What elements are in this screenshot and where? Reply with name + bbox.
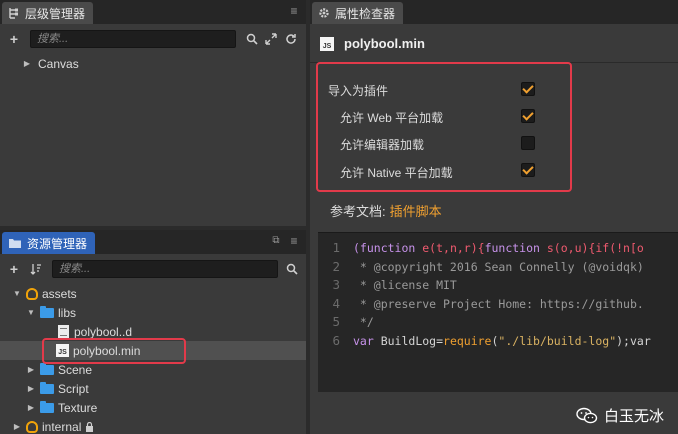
tab-assets[interactable]: 资源管理器 bbox=[2, 232, 96, 254]
js-file-icon: JS bbox=[320, 36, 334, 51]
tree-item-label: Canvas bbox=[38, 56, 79, 71]
inspector-tabbar: 属性检查器 bbox=[310, 0, 678, 24]
folder-icon bbox=[8, 237, 22, 249]
tree-item-label: assets bbox=[42, 286, 77, 301]
highlight-selected-asset bbox=[42, 338, 186, 364]
tree-item-internal[interactable]: ▶ internal bbox=[0, 417, 306, 434]
tab-assets-label: 资源管理器 bbox=[27, 236, 88, 251]
code-token: );var bbox=[616, 333, 651, 348]
tree-item-label: Texture bbox=[58, 400, 98, 415]
expand-arrow-icon[interactable]: ▶ bbox=[12, 422, 22, 431]
collapse-arrow-icon[interactable]: ▼ bbox=[26, 308, 36, 317]
text-file-icon bbox=[58, 325, 69, 338]
code-line: */ bbox=[353, 313, 651, 332]
sort-icon[interactable] bbox=[28, 261, 44, 277]
code-token: var bbox=[353, 333, 381, 348]
collapse-arrow-icon[interactable]: ▼ bbox=[12, 289, 22, 298]
reference-doc-row: 参考文档: 插件脚本 bbox=[330, 201, 442, 220]
code-line: * @license MIT bbox=[353, 276, 651, 295]
code-token: "./lib/build-log" bbox=[498, 333, 617, 348]
tree-item-label: Scene bbox=[58, 362, 93, 377]
line-number: 5 bbox=[332, 314, 340, 329]
assets-toolbar: + 搜索... bbox=[0, 256, 306, 282]
assets-db-icon bbox=[26, 287, 38, 300]
folder-icon bbox=[40, 381, 54, 394]
highlight-plugin-options bbox=[316, 62, 572, 192]
hierarchy-panel: 层级管理器 ≡ + 搜索... ▶ Canvas bbox=[0, 0, 306, 226]
tree-item-label: libs bbox=[58, 305, 77, 320]
refresh-icon[interactable] bbox=[283, 31, 299, 47]
code-token: (function bbox=[353, 241, 423, 255]
code-token: e(t,n,r){ bbox=[422, 241, 485, 255]
folder-icon bbox=[40, 305, 54, 318]
code-token: * @copyright 2016 Sean Connelly (@voidqk… bbox=[353, 259, 644, 274]
watermark-text: 白玉无冰 bbox=[603, 408, 664, 425]
hierarchy-icon bbox=[8, 7, 20, 19]
tree-item-libs[interactable]: ▼ libs bbox=[0, 303, 306, 322]
tree-item-canvas[interactable]: ▶ Canvas bbox=[0, 54, 306, 73]
tree-item-script[interactable]: ▶ Script bbox=[0, 379, 306, 398]
expand-arrow-icon[interactable]: ▶ bbox=[22, 59, 32, 68]
tree-item-texture[interactable]: ▶ Texture bbox=[0, 398, 306, 417]
tab-hierarchy-label: 层级管理器 bbox=[25, 6, 86, 21]
code-lines: (function e(t,n,r){function s(o,u){if(!n… bbox=[353, 239, 651, 350]
assets-db-icon bbox=[26, 420, 38, 433]
code-line: * @copyright 2016 Sean Connelly (@voidqk… bbox=[353, 258, 651, 277]
tab-inspector[interactable]: 属性检查器 bbox=[312, 2, 404, 24]
code-token: require bbox=[443, 333, 492, 348]
menu-icon[interactable]: ≡ bbox=[288, 234, 300, 248]
code-token: function bbox=[484, 241, 547, 255]
inspector-file-title: polybool.min bbox=[344, 36, 425, 51]
tab-inspector-label: 属性检查器 bbox=[335, 6, 396, 21]
expand-arrow-icon[interactable]: ▶ bbox=[26, 384, 36, 393]
expand-arrow-icon[interactable]: ▶ bbox=[26, 365, 36, 374]
line-number: 6 bbox=[332, 332, 340, 348]
line-number: 3 bbox=[332, 277, 340, 292]
lock-icon bbox=[85, 421, 94, 432]
code-token: * @preserve Project Home: https://github… bbox=[353, 296, 644, 311]
menu-icon[interactable]: ≡ bbox=[288, 4, 300, 18]
maximize-icon[interactable]: ⧉ bbox=[270, 234, 282, 248]
line-number: 1 bbox=[332, 240, 340, 255]
gear-icon bbox=[318, 7, 330, 19]
code-line: * @preserve Project Home: https://github… bbox=[353, 295, 651, 314]
search-icon[interactable] bbox=[244, 31, 260, 47]
code-token: s(o,u){ bbox=[546, 241, 596, 255]
search-icon[interactable] bbox=[284, 261, 300, 277]
inspector-header: JS polybool.min bbox=[320, 36, 425, 51]
tab-hierarchy[interactable]: 层级管理器 bbox=[2, 2, 94, 24]
code-line: var BuildLog=require("./lib/build-log");… bbox=[353, 332, 651, 351]
code-token: * @license MIT bbox=[353, 278, 457, 292]
tree-item-label: Script bbox=[58, 381, 89, 396]
tree-item-assets[interactable]: ▼ assets bbox=[0, 284, 306, 303]
hierarchy-search-input[interactable]: 搜索... bbox=[30, 30, 236, 48]
folder-icon bbox=[40, 362, 54, 375]
hierarchy-toolbar: + 搜索... bbox=[0, 26, 306, 52]
hierarchy-tabbar: 层级管理器 ≡ bbox=[0, 0, 306, 24]
line-number-gutter: 1 2 3 4 5 6 bbox=[318, 239, 344, 350]
line-number: 4 bbox=[332, 295, 340, 311]
watermark: 白玉无冰 bbox=[576, 405, 664, 426]
code-token: BuildLog= bbox=[380, 333, 444, 348]
expand-arrow-icon[interactable]: ▶ bbox=[26, 403, 36, 412]
assets-tabbar: 资源管理器 ⧉ ≡ bbox=[0, 230, 306, 254]
code-line: (function e(t,n,r){function s(o,u){if(!n… bbox=[353, 239, 651, 258]
assets-panel: 资源管理器 ⧉ ≡ + 搜索... ▼ assets ▼ libs polybo… bbox=[0, 230, 306, 434]
code-preview[interactable]: 1 2 3 4 5 6 (function e(t,n,r){function s(o,u… bbox=[318, 232, 678, 392]
reference-doc-link[interactable]: 插件脚本 bbox=[390, 201, 442, 220]
code-token: */ bbox=[353, 315, 374, 329]
tree-item-label: internal bbox=[42, 419, 82, 434]
assets-search-input[interactable]: 搜索... bbox=[52, 260, 278, 278]
line-number: 2 bbox=[332, 258, 340, 274]
wechat-icon bbox=[576, 407, 598, 425]
expand-icon[interactable] bbox=[263, 31, 279, 47]
reference-doc-label: 参考文档: bbox=[330, 204, 386, 219]
folder-icon bbox=[40, 400, 54, 413]
add-node-button[interactable]: + bbox=[6, 31, 22, 47]
tree-item-label: polybool..d bbox=[74, 324, 133, 339]
code-token: if(!n[o bbox=[595, 241, 644, 255]
add-asset-button[interactable]: + bbox=[6, 261, 22, 277]
